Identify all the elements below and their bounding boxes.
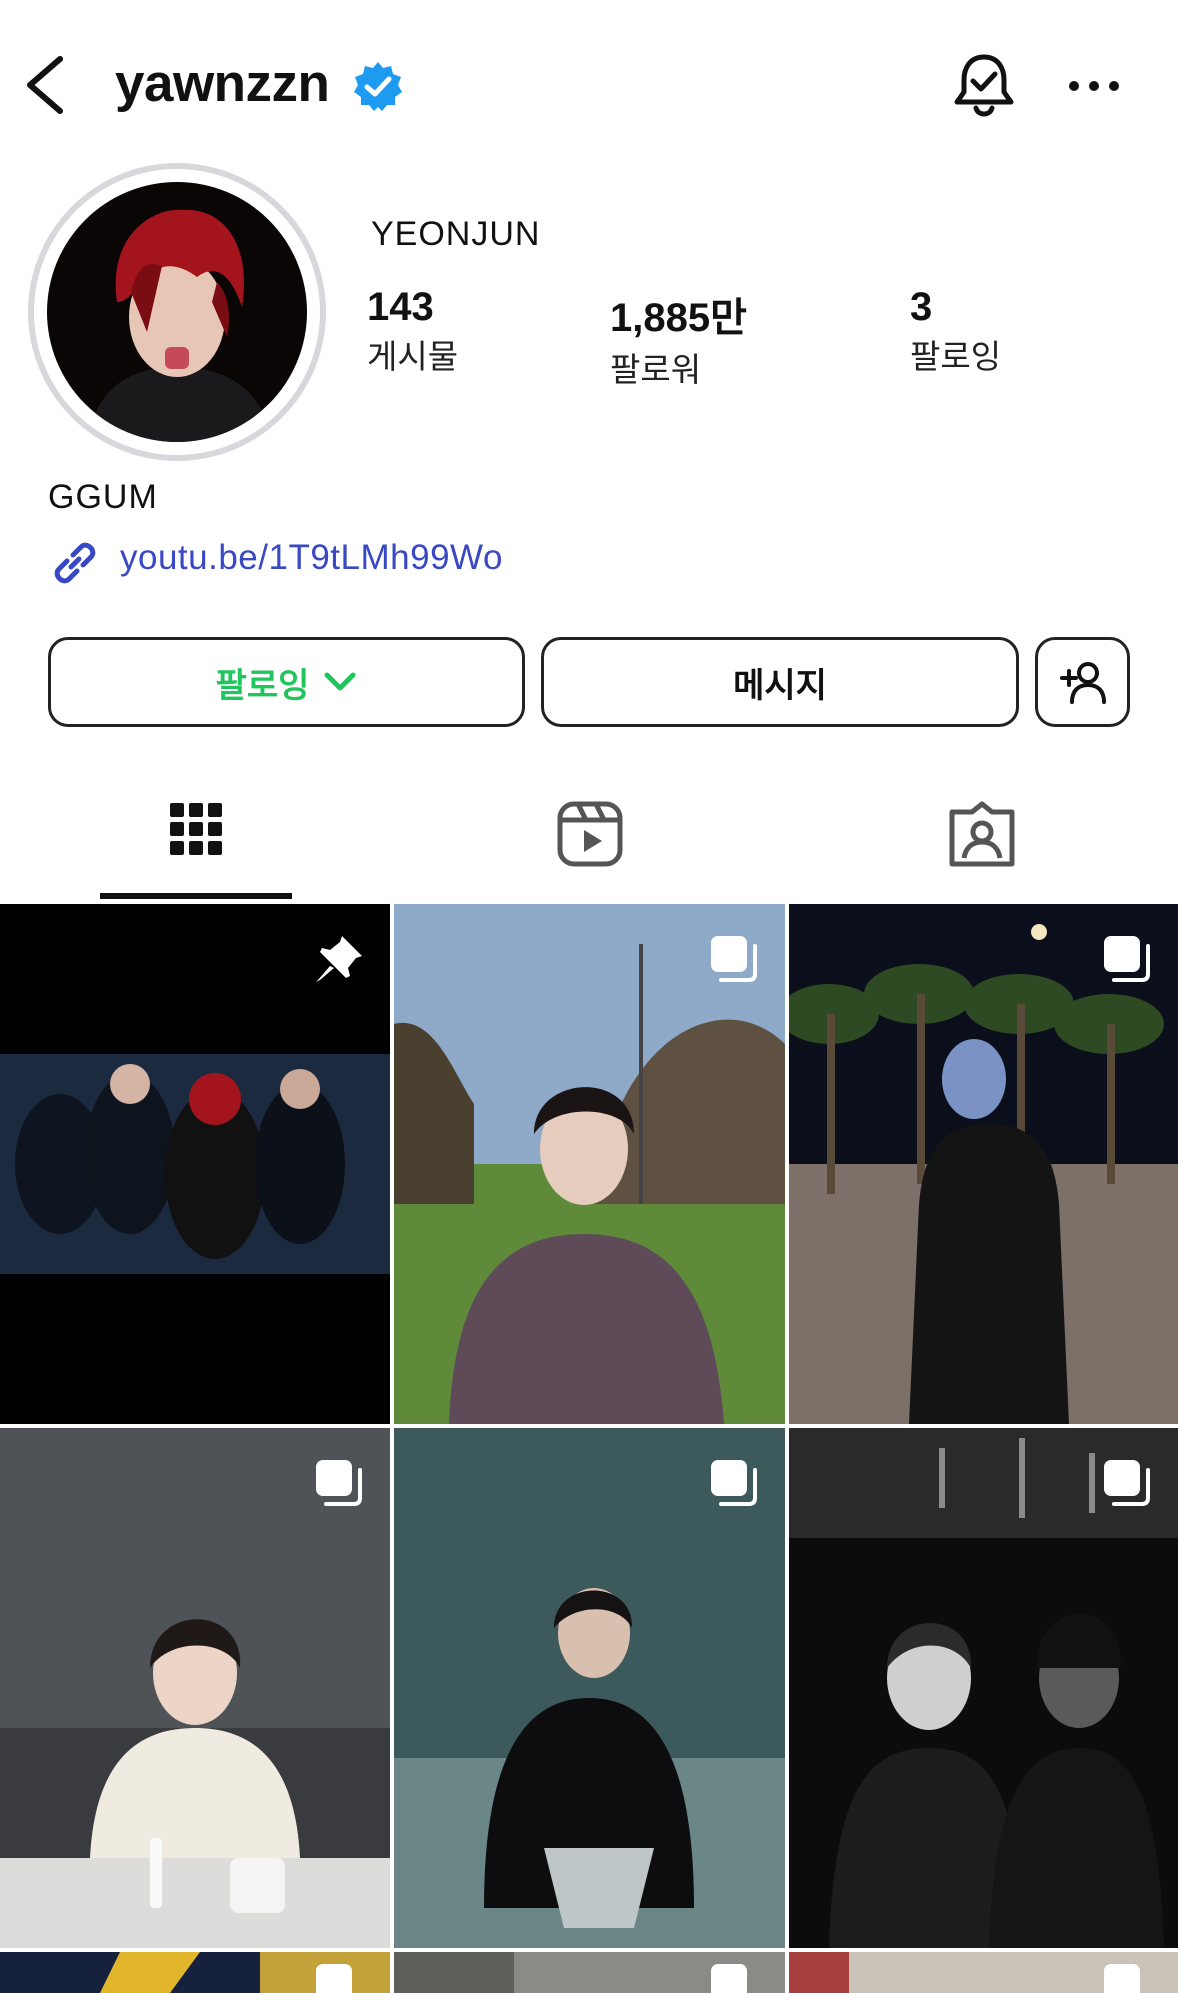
carousel-icon: [1104, 1460, 1150, 1506]
link-icon: [54, 542, 96, 584]
stat-following-label: 팔로잉: [910, 338, 1002, 375]
stat-posts[interactable]: 143 게시물: [367, 285, 458, 378]
stat-posts-count: 143: [367, 285, 434, 329]
tab-reels[interactable]: [556, 800, 624, 868]
carousel-icon: [711, 1964, 747, 1993]
more-options-icon[interactable]: [1068, 70, 1120, 102]
stat-posts-label: 게시물: [367, 338, 459, 375]
grid-icon: [170, 803, 222, 855]
stat-followers[interactable]: 1,885만 팔로워: [610, 285, 747, 391]
notification-bell-icon[interactable]: [952, 52, 1016, 120]
post-tile[interactable]: [394, 1952, 785, 1993]
chevron-down-icon: [324, 672, 356, 691]
back-icon[interactable]: [22, 55, 72, 115]
following-button[interactable]: 팔로잉: [48, 637, 525, 727]
post-tile[interactable]: [789, 1952, 1178, 1993]
carousel-icon: [1104, 1964, 1140, 1993]
profile-username: yawnzzn: [115, 54, 330, 113]
post-tile[interactable]: [0, 904, 390, 1424]
avatar[interactable]: [47, 182, 307, 442]
tab-tagged[interactable]: [948, 800, 1016, 868]
post-tile[interactable]: [0, 1428, 390, 1948]
carousel-icon: [711, 936, 757, 982]
stat-following-count: 3: [910, 285, 933, 329]
post-tile[interactable]: [789, 1428, 1178, 1948]
tab-selected-indicator: [100, 893, 292, 899]
pin-icon: [316, 936, 362, 982]
display-name: YEONJUN: [371, 215, 541, 253]
bio-name: GGUM: [48, 478, 158, 516]
post-tile[interactable]: [394, 904, 785, 1424]
message-button[interactable]: 메시지: [541, 637, 1019, 727]
carousel-icon: [316, 1460, 362, 1506]
carousel-icon: [711, 1460, 757, 1506]
add-person-icon: [1059, 662, 1106, 704]
stat-following[interactable]: 3 팔로잉: [910, 285, 1001, 378]
profile-link[interactable]: youtu.be/1T9tLMh99Wo: [120, 538, 503, 578]
stat-followers-count: 1,885만: [610, 296, 747, 340]
tab-grid[interactable]: [167, 800, 225, 870]
following-button-label: 팔로잉: [215, 666, 310, 705]
suggest-user-button[interactable]: [1035, 637, 1130, 727]
post-tile[interactable]: [394, 1428, 785, 1948]
post-tile[interactable]: [789, 904, 1178, 1424]
message-button-label: 메시지: [733, 666, 827, 705]
carousel-icon: [316, 1964, 352, 1993]
stat-followers-label: 팔로워: [610, 351, 702, 388]
post-tile[interactable]: [0, 1952, 390, 1993]
carousel-icon: [1104, 936, 1150, 982]
verified-badge-icon: [354, 62, 402, 111]
tagged-icon: [949, 801, 1015, 867]
